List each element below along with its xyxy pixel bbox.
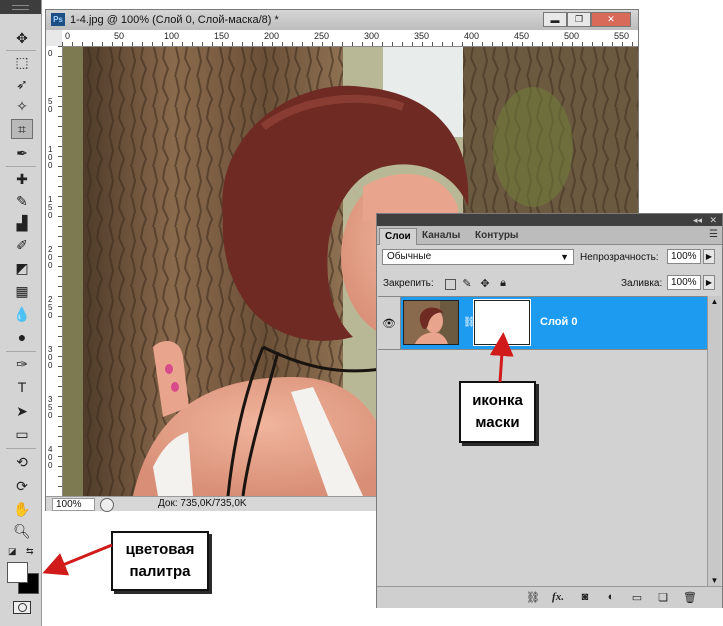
foreground-color-swatch[interactable]	[7, 562, 28, 583]
palette-arrow	[42, 543, 113, 576]
annotation-arrows	[42, 332, 514, 576]
mask-arrow	[489, 332, 514, 383]
